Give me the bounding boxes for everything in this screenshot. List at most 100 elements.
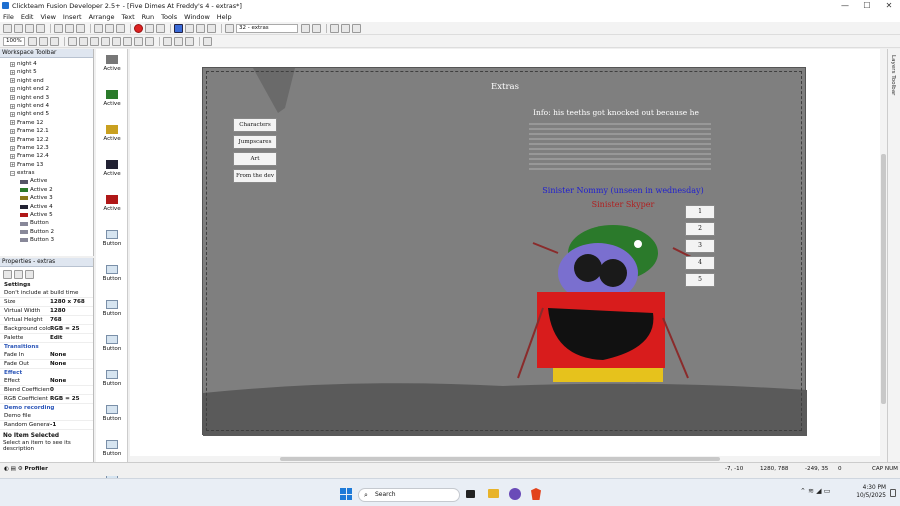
workspace-item[interactable]: + Frame 12.1 [10,127,93,135]
workspace-item[interactable]: + night end [10,77,93,85]
start-icon[interactable] [340,488,352,500]
profiler-tab[interactable]: ◐ ▤ ⚙ Profiler [4,466,48,472]
about-tab-icon[interactable] [25,269,34,279]
new-file-icon[interactable] [3,23,12,33]
workspace-item[interactable]: + Frame 12.4 [10,152,93,160]
scrollbar-thumb[interactable] [881,154,886,404]
menu-view[interactable]: View [40,13,55,21]
tray-icons[interactable]: ⌃ ≋ ◢ ▭ [800,487,830,495]
save-all-icon[interactable] [36,23,45,33]
art-button[interactable]: Art [233,152,277,166]
menu-tools[interactable]: Tools [161,13,177,21]
taskbar-search[interactable]: ⌕ Search [358,488,460,502]
property-value[interactable]: None [50,360,93,368]
close-button[interactable]: ✕ [878,1,900,10]
clickteam-app-icon[interactable] [509,488,521,500]
expand-icon[interactable]: + [10,128,15,134]
property-row[interactable]: Size 1280 x 768 [0,298,93,307]
build-icon[interactable] [156,23,165,33]
expand-icon[interactable]: + [10,120,15,126]
expand-icon[interactable]: + [10,61,15,67]
menu-edit[interactable]: Edit [21,13,34,21]
workspace-item[interactable]: + Frame 12.3 [10,144,93,152]
menu-arrange[interactable]: Arrange [89,13,115,21]
workspace-item[interactable]: + night end 4 [10,102,93,110]
task-view-icon[interactable] [466,490,475,498]
workspace-item[interactable]: Active 5 [10,211,93,219]
expand-icon[interactable]: − [10,170,15,176]
scrollbar-thumb[interactable] [280,457,720,461]
property-row[interactable]: Effect None [0,377,93,386]
property-value[interactable]: -1 [50,421,93,429]
zoom-icon[interactable] [50,36,59,46]
layers-icon[interactable] [330,23,339,33]
workspace-item[interactable]: − extras [10,169,93,177]
object-item[interactable]: Active [100,160,124,177]
property-value[interactable]: None [50,377,93,385]
number-button-3[interactable]: 3 [685,239,715,253]
menu-run[interactable]: Run [142,13,154,21]
expand-icon[interactable]: + [10,95,15,101]
jumpscares-button[interactable]: Jumpscares [233,135,277,149]
expand-icon[interactable]: + [10,86,15,92]
object-item[interactable]: Button [100,440,124,457]
maximize-button[interactable]: ☐ [856,1,878,10]
property-value[interactable]: RGB = 25 [50,325,93,333]
object-icon[interactable] [20,213,28,218]
object-item[interactable]: Active [100,90,124,107]
property-value[interactable] [50,412,93,420]
property-value[interactable] [90,289,93,297]
crop-icon[interactable] [203,36,212,46]
number-button-4[interactable]: 4 [685,256,715,270]
property-row[interactable]: RGB Coefficient RGB = 25 [0,395,93,404]
object-item[interactable]: Button [100,405,124,422]
grid-icon[interactable] [341,23,350,33]
property-value[interactable]: 0 [50,386,93,394]
characters-button[interactable]: Characters [233,118,277,132]
workspace-item[interactable]: + night end 3 [10,94,93,102]
layers-toolbar-tab[interactable]: Layers Toolbar [887,49,900,462]
expand-icon[interactable]: + [10,153,15,159]
number-button-2[interactable]: 2 [685,222,715,236]
menu-help[interactable]: Help [217,13,232,21]
property-value[interactable]: RGB = 25 [50,395,93,403]
object-item[interactable]: Button [100,230,124,247]
object-icon[interactable] [20,179,28,184]
menu-file[interactable]: File [3,13,14,21]
underline-icon[interactable] [123,36,132,46]
open-file-icon[interactable] [14,23,23,33]
expand-icon[interactable]: + [10,70,15,76]
workspace-item[interactable]: Active 4 [10,203,93,211]
property-row[interactable]: Random Generator-1 [0,421,93,430]
expand-icon[interactable]: + [10,145,15,151]
event-list-editor-icon[interactable] [207,23,216,33]
property-value[interactable]: 768 [50,316,93,324]
property-row[interactable]: Don't include at build time [0,289,93,298]
lock-icon[interactable] [39,36,48,46]
workspace-item[interactable]: + Frame 13 [10,161,93,169]
property-row[interactable]: Background color RGB = 25 [0,325,93,334]
brave-browser-icon[interactable] [531,488,541,500]
fill-color-icon[interactable] [145,36,154,46]
menu-insert[interactable]: Insert [63,13,82,21]
storyboard-editor-icon[interactable] [174,23,183,33]
object-item[interactable]: Button [100,335,124,352]
save-icon[interactable] [25,23,34,33]
expand-icon[interactable]: + [10,162,15,168]
notification-icon[interactable] [890,489,896,497]
italic-icon[interactable] [112,36,121,46]
property-row[interactable]: Palette Edit [0,334,93,343]
object-icon[interactable] [20,196,28,201]
object-item[interactable]: Button [100,300,124,317]
find-icon[interactable] [116,23,125,33]
paste-icon[interactable] [76,23,85,33]
workspace-item[interactable]: Button 2 [10,228,93,236]
workspace-item[interactable]: Button 3 [10,236,93,244]
property-row[interactable]: Blend Coefficient 0 [0,386,93,395]
property-row[interactable]: Virtual Width 1280 [0,307,93,316]
property-value[interactable]: 1280 [50,307,93,315]
align-left-icon[interactable] [163,36,172,46]
object-icon[interactable] [20,221,28,226]
copy-icon[interactable] [65,23,74,33]
grid-toggle-icon[interactable] [68,36,77,46]
